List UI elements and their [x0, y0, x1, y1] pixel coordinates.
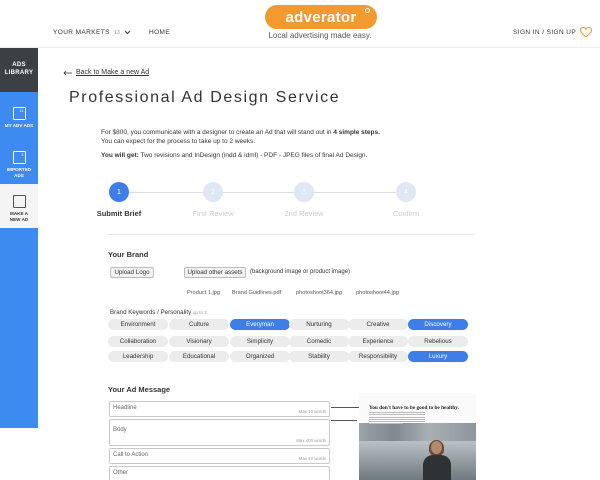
progress-steps: 1 Submit Brief 2 First Review 3 2nd Revi… — [97, 182, 474, 234]
my-ads-icon: 11 — [12, 107, 26, 120]
intro-bold: 4 simple steps. — [333, 129, 380, 136]
sidebar-title-line2: LIBRARY — [4, 70, 34, 76]
headline-placeholder: Headline — [113, 405, 137, 411]
body-placeholder: Body — [113, 427, 127, 433]
body-connector — [331, 420, 357, 421]
registered-mark-icon — [365, 8, 370, 13]
imported-ads-icon: 3 — [12, 151, 26, 164]
keyword-chip[interactable]: Environment — [108, 319, 168, 330]
step-number: 4 — [396, 182, 416, 202]
step-number: 3 — [294, 182, 314, 202]
upload-note: (background image or product image) — [250, 269, 351, 275]
sidebar-item-label: ADS — [14, 173, 24, 178]
intro-line2: You can expect for the process to take u… — [101, 138, 256, 145]
keywords-label-text: Brand Keywords / Personality — [110, 309, 192, 316]
uploaded-file[interactable]: photoshoot44.jpg — [356, 290, 399, 296]
other-field[interactable]: Other — [109, 466, 330, 480]
upload-other-assets-button[interactable]: Upload other assets — [184, 267, 246, 278]
keyword-chip[interactable]: Educational — [169, 351, 229, 362]
headline-limit: Max 10 words — [298, 409, 326, 414]
ad-preview-image: You don't have to be good to be healthy. — [359, 393, 476, 480]
deliverables-text: You will get: Two revisions and InDesign… — [101, 152, 367, 159]
step-label: 2nd Review — [284, 209, 324, 218]
keyword-chip[interactable]: Rebelious — [408, 336, 468, 347]
keyword-chip[interactable]: Simplicity — [230, 336, 290, 347]
step-label: Confirm — [392, 209, 420, 218]
sidebar-item-make-new-ad[interactable]: MAKE A NEW AD — [0, 184, 38, 228]
body-limit: Max 400 words — [296, 438, 326, 443]
keyword-chip[interactable]: Organized — [230, 351, 290, 362]
person-head — [431, 441, 442, 454]
brand-keywords-label: Brand Keywords / Personality up to 3 — [110, 309, 207, 316]
imported-ads-badge: 3 — [21, 152, 24, 157]
sign-in-link[interactable]: SIGN IN / SIGN UP — [513, 29, 576, 36]
sidebar-item-imported-ads[interactable]: 3 IMPORTED ADS — [0, 140, 38, 184]
your-ad-message-heading: Your Ad Message — [108, 385, 171, 394]
headline-field[interactable]: Headline Max 10 words — [109, 401, 330, 417]
keyword-chip-selected[interactable]: Discovery — [408, 319, 468, 330]
step-2nd-review[interactable]: 3 2nd Review — [274, 182, 334, 218]
adverator-logo[interactable]: adverator — [265, 5, 377, 29]
back-link[interactable]: Back to Make a new Ad — [63, 69, 149, 76]
keyword-chip[interactable]: Visionary — [169, 336, 229, 347]
new-ad-icon — [12, 195, 26, 208]
heart-icon[interactable] — [580, 27, 592, 38]
back-link-label: Back to Make a new Ad — [76, 69, 150, 76]
your-brand-heading: Your Brand — [108, 250, 149, 259]
ads-library-sidebar: ADS LIBRARY 11 MY ADV ADS 3 IMPORTED ADS… — [0, 48, 38, 428]
step-confirm[interactable]: 4 Confirm — [376, 182, 436, 218]
keyword-chip[interactable]: Nurturing — [289, 319, 349, 330]
uploaded-file[interactable]: photoshoot364.jpg — [296, 290, 342, 296]
page-title: Professional Ad Design Service — [69, 89, 341, 106]
intro-text: For $800, you communicate with a designe… — [101, 128, 481, 146]
step-label: First Review — [192, 209, 234, 218]
keyword-chip[interactable]: Culture — [169, 319, 229, 330]
keyword-chip[interactable]: Stability — [289, 351, 349, 362]
keyword-chip[interactable]: Experience — [348, 336, 408, 347]
cta-limit: Max 10 words — [298, 456, 326, 461]
keyword-chip[interactable]: Collaboration — [108, 336, 168, 347]
keyword-chip-selected[interactable]: Luxury — [408, 351, 468, 362]
body-field[interactable]: Body Max 400 words — [109, 419, 330, 446]
sidebar-item-my-adv-ads[interactable]: 11 MY ADV ADS — [0, 96, 38, 140]
my-ads-badge: 11 — [19, 108, 24, 113]
step-number: 2 — [203, 182, 223, 202]
intro-text-start: For $800, you communicate with a designe… — [101, 129, 334, 136]
sidebar-item-label: MY ADV ADS — [4, 123, 34, 128]
preview-body-lines — [369, 412, 425, 426]
top-navigation: YOUR MARKETS 13 HOME adverator Local adv… — [0, 0, 600, 48]
uploaded-file[interactable]: Product 1.jpg — [187, 290, 220, 296]
arrow-left-icon — [63, 70, 72, 75]
call-to-action-field[interactable]: Call to Action Max 10 words — [109, 448, 330, 464]
keyword-chip[interactable]: Comedic — [289, 336, 349, 347]
logo-text: adverator — [285, 8, 357, 26]
step-label: Submit Brief — [96, 209, 142, 218]
person-body — [423, 455, 451, 480]
uploaded-file[interactable]: Brand Guidlines.pdf — [232, 290, 281, 296]
keyword-chip-selected[interactable]: Everyman — [230, 319, 290, 330]
step-submit-brief[interactable]: 1 Submit Brief — [89, 182, 149, 218]
deliverables-label: You will get: — [101, 152, 139, 159]
keyword-chip[interactable]: Leadership — [108, 351, 168, 362]
sidebar-title-line1: ADS — [12, 62, 26, 68]
preview-person — [422, 440, 452, 480]
keyword-chip[interactable]: Creative — [348, 319, 408, 330]
other-placeholder: Other — [113, 470, 129, 476]
step-number: 1 — [109, 182, 129, 202]
tagline: Local advertising made easy. — [268, 31, 372, 40]
keyword-chip[interactable]: Responsibility — [348, 351, 408, 362]
keywords-hint: up to 3 — [192, 310, 207, 315]
ads-library-heading: ADS LIBRARY — [0, 48, 38, 92]
preview-headline: You don't have to be good to be healthy. — [369, 405, 459, 411]
cta-placeholder: Call to Action — [113, 452, 149, 458]
deliverables-value: Two revisions and InDesign (indd & idml)… — [138, 152, 368, 159]
divider — [107, 234, 474, 235]
step-first-review[interactable]: 2 First Review — [183, 182, 243, 218]
sidebar-item-label: NEW AD — [9, 217, 29, 222]
upload-logo-button[interactable]: Upload Logo — [110, 267, 154, 278]
steps-connector-line — [119, 192, 406, 193]
